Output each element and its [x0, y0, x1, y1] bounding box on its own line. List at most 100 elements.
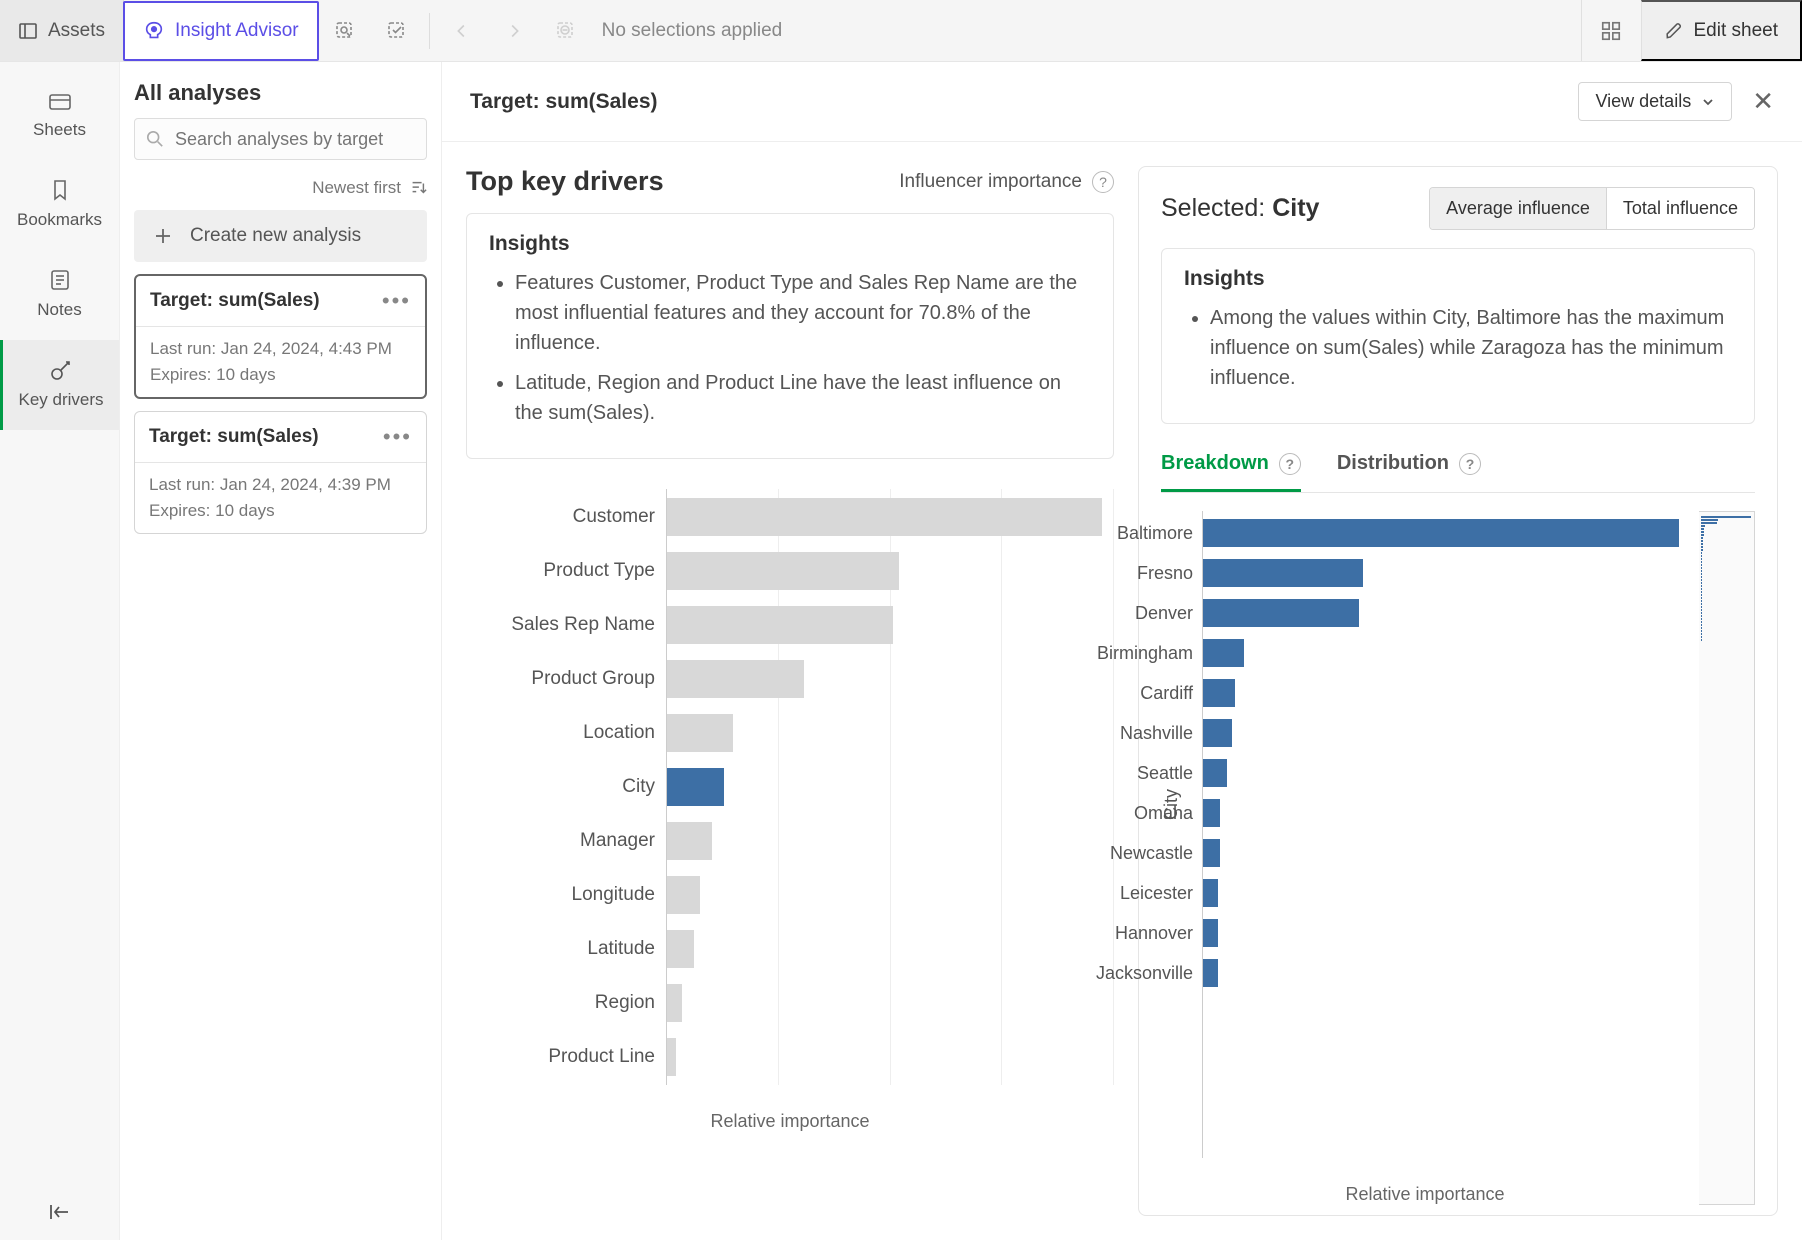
analysis-last-run: Last run: Jan 24, 2024, 4:39 PM	[149, 475, 412, 495]
view-details-button[interactable]: View details	[1578, 82, 1732, 121]
nav-key-drivers[interactable]: Key drivers	[0, 340, 119, 430]
top-toolbar: Assets Insight Advisor No selections app…	[0, 0, 1802, 62]
bar-row[interactable]: Product Group	[667, 657, 1114, 701]
smart-search-icon[interactable]	[325, 11, 365, 51]
bar-label: Product Group	[531, 668, 667, 690]
bar-fill	[667, 498, 1102, 536]
nav-bookmarks[interactable]: Bookmarks	[0, 160, 119, 250]
bar-row[interactable]: Birmingham	[1203, 635, 1689, 671]
close-button[interactable]: ✕	[1752, 86, 1774, 117]
bar-fill	[667, 822, 712, 860]
sort-label: Newest first	[312, 178, 401, 198]
insight-advisor-button[interactable]: Insight Advisor	[123, 1, 319, 61]
bar-row[interactable]: Baltimore	[1203, 515, 1689, 551]
breakdown-chart[interactable]: City BaltimoreFresnoDenverBirminghamCard…	[1161, 511, 1755, 1205]
bar-fill	[667, 660, 804, 698]
assets-button[interactable]: Assets	[0, 0, 124, 61]
bar-row[interactable]: Sales Rep Name	[667, 603, 1114, 647]
avg-influence-button[interactable]: Average influence	[1430, 188, 1607, 229]
insight-item: Features Customer, Product Type and Sale…	[515, 268, 1091, 358]
total-influence-button[interactable]: Total influence	[1607, 188, 1754, 229]
bar-row[interactable]: Seattle	[1203, 755, 1689, 791]
insights-title: Insights	[1184, 267, 1732, 291]
bar-label: Manager	[580, 830, 667, 852]
bar-row[interactable]: Omaha	[1203, 795, 1689, 831]
pencil-icon	[1664, 21, 1684, 41]
bar-label: Hannover	[1115, 923, 1203, 944]
bar-row[interactable]: City	[667, 765, 1114, 809]
nav-sheets[interactable]: Sheets	[0, 74, 119, 160]
bar-row[interactable]: Leicester	[1203, 875, 1689, 911]
nav-notes[interactable]: Notes	[0, 250, 119, 340]
selected-panel: Selected: City Average influence Total i…	[1138, 166, 1778, 1216]
bar-row[interactable]: Location	[667, 711, 1114, 755]
selections-tool-icon[interactable]	[377, 11, 417, 51]
bar-label: Leicester	[1120, 883, 1203, 904]
bar-label: Nashville	[1120, 723, 1203, 744]
bar-row[interactable]: Newcastle	[1203, 835, 1689, 871]
x-axis-label: Relative importance	[1161, 1184, 1689, 1205]
step-forward-icon[interactable]	[494, 11, 534, 51]
bar-row[interactable]: Hannover	[1203, 915, 1689, 951]
key-drivers-title: Top key drivers	[466, 166, 664, 197]
analysis-card-0[interactable]: Target: sum(Sales) ••• Last run: Jan 24,…	[134, 274, 427, 399]
insights-box-right: Insights Among the values within City, B…	[1161, 248, 1755, 424]
breakdown-tabs: Breakdown ? Distribution ?	[1161, 442, 1755, 493]
more-actions-icon[interactable]: •••	[382, 288, 411, 314]
bar-row[interactable]: Longitude	[667, 873, 1114, 917]
analyses-panel: All analyses Newest first Create new ana…	[120, 62, 442, 1240]
bar-label: Longitude	[572, 884, 667, 906]
bar-row[interactable]: Region	[667, 981, 1114, 1025]
tab-distribution[interactable]: Distribution ?	[1337, 442, 1481, 492]
help-icon[interactable]: ?	[1279, 453, 1301, 475]
bar-row[interactable]: Manager	[667, 819, 1114, 863]
nav-bookmarks-label: Bookmarks	[17, 210, 102, 230]
bar-row[interactable]: Product Line	[667, 1035, 1114, 1079]
analysis-title: Target: sum(Sales)	[149, 426, 319, 448]
bar-label: Newcastle	[1110, 843, 1203, 864]
no-selections-text: No selections applied	[602, 20, 783, 42]
step-back-icon[interactable]	[442, 11, 482, 51]
insights-box-left: Insights Features Customer, Product Type…	[466, 213, 1114, 459]
close-icon: ✕	[1752, 86, 1774, 116]
influencer-importance[interactable]: Influencer importance ?	[899, 171, 1114, 193]
chevron-down-icon	[1701, 95, 1715, 109]
help-icon[interactable]: ?	[1092, 171, 1114, 193]
bar-row[interactable]: Customer	[667, 495, 1114, 539]
bar-row[interactable]: Jacksonville	[1203, 955, 1689, 991]
bar-row[interactable]: Fresno	[1203, 555, 1689, 591]
bar-label: Birmingham	[1097, 643, 1203, 664]
key-drivers-chart[interactable]: CustomerProduct TypeSales Rep NameProduc…	[466, 489, 1114, 1216]
edit-sheet-button[interactable]: Edit sheet	[1641, 0, 1802, 61]
bar-fill	[667, 930, 694, 968]
more-actions-icon[interactable]: •••	[383, 424, 412, 450]
sort-row[interactable]: Newest first	[134, 178, 427, 198]
bar-row[interactable]: Cardiff	[1203, 675, 1689, 711]
bar-row[interactable]: Denver	[1203, 595, 1689, 631]
layout-grid-icon[interactable]	[1581, 0, 1641, 61]
search-analyses-input[interactable]	[134, 118, 427, 160]
analysis-card-1[interactable]: Target: sum(Sales) ••• Last run: Jan 24,…	[134, 411, 427, 534]
nav-notes-label: Notes	[37, 300, 81, 320]
bookmark-icon	[50, 178, 70, 202]
bar-row[interactable]: Nashville	[1203, 715, 1689, 751]
bar-row[interactable]: Product Type	[667, 549, 1114, 593]
create-analysis-label: Create new analysis	[190, 225, 361, 247]
insight-item: Latitude, Region and Product Line have t…	[515, 368, 1091, 428]
tab-breakdown[interactable]: Breakdown ?	[1161, 442, 1301, 492]
bar-fill	[1203, 559, 1363, 587]
analysis-title: Target: sum(Sales)	[150, 290, 320, 312]
bar-fill	[1203, 799, 1220, 827]
help-icon[interactable]: ?	[1459, 453, 1481, 475]
collapse-nav-button[interactable]	[0, 1184, 119, 1240]
bar-row[interactable]: Latitude	[667, 927, 1114, 971]
bar-fill	[1203, 519, 1679, 547]
bar-fill	[1203, 599, 1359, 627]
clear-selections-icon[interactable]	[546, 11, 586, 51]
minimap-scroll[interactable]	[1699, 511, 1755, 1205]
bar-fill	[667, 1038, 676, 1076]
bar-label: Cardiff	[1140, 683, 1203, 704]
analysis-expires: Expires: 10 days	[150, 365, 411, 385]
bar-label: Product Line	[548, 1046, 667, 1068]
create-analysis-button[interactable]: Create new analysis	[134, 210, 427, 262]
